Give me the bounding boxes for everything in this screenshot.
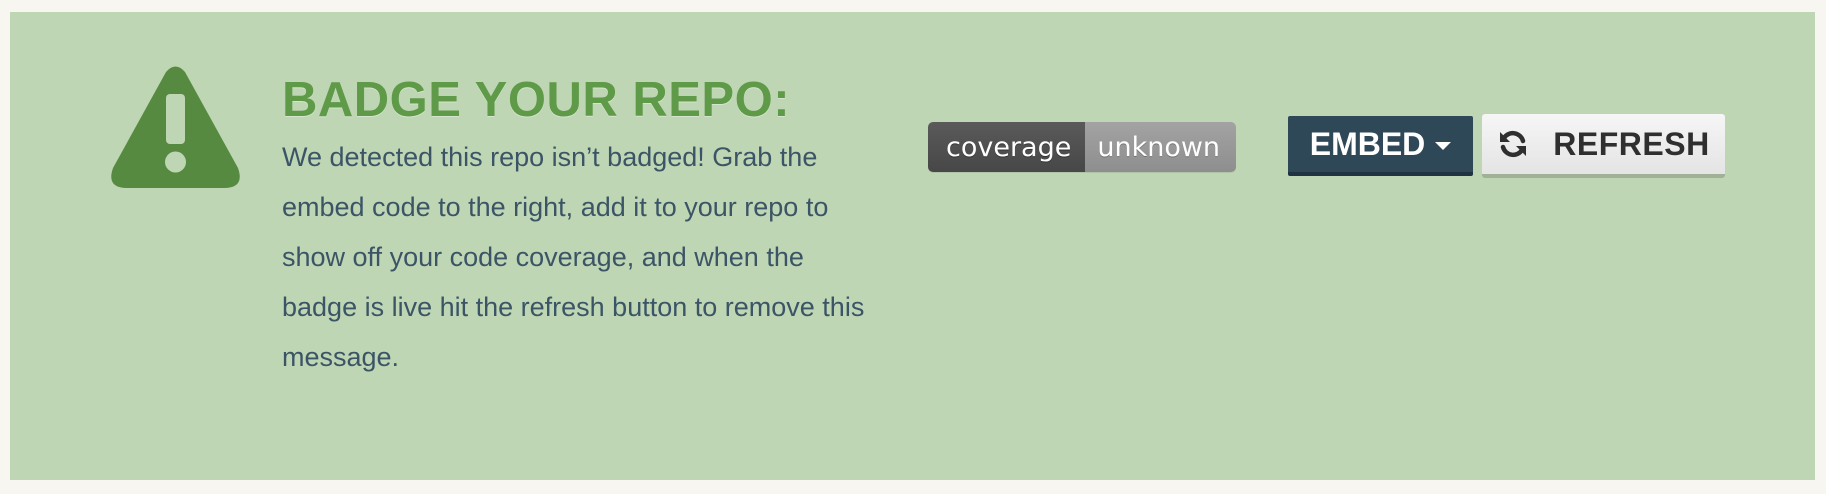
- embed-button[interactable]: EMBED: [1288, 116, 1473, 176]
- caret-down-icon: [1435, 142, 1452, 150]
- banner-title: BADGE YOUR REPO:: [282, 73, 791, 127]
- embed-button-label: EMBED: [1309, 125, 1426, 162]
- badge-banner: BADGE YOUR REPO: We detected this repo i…: [10, 12, 1815, 480]
- banner-content: BADGE YOUR REPO: We detected this repo i…: [282, 74, 882, 382]
- refresh-button[interactable]: REFRESH: [1482, 114, 1725, 178]
- badge-value: unknown: [1085, 122, 1237, 172]
- warning-triangle-icon: [111, 66, 240, 188]
- refresh-icon: [1500, 130, 1527, 158]
- refresh-button-label: REFRESH: [1553, 125, 1710, 162]
- badge-label: coverage: [928, 122, 1086, 172]
- banner-message: We detected this repo isn’t badged! Grab…: [282, 142, 865, 372]
- coverage-badge: coverage unknown: [928, 122, 1237, 172]
